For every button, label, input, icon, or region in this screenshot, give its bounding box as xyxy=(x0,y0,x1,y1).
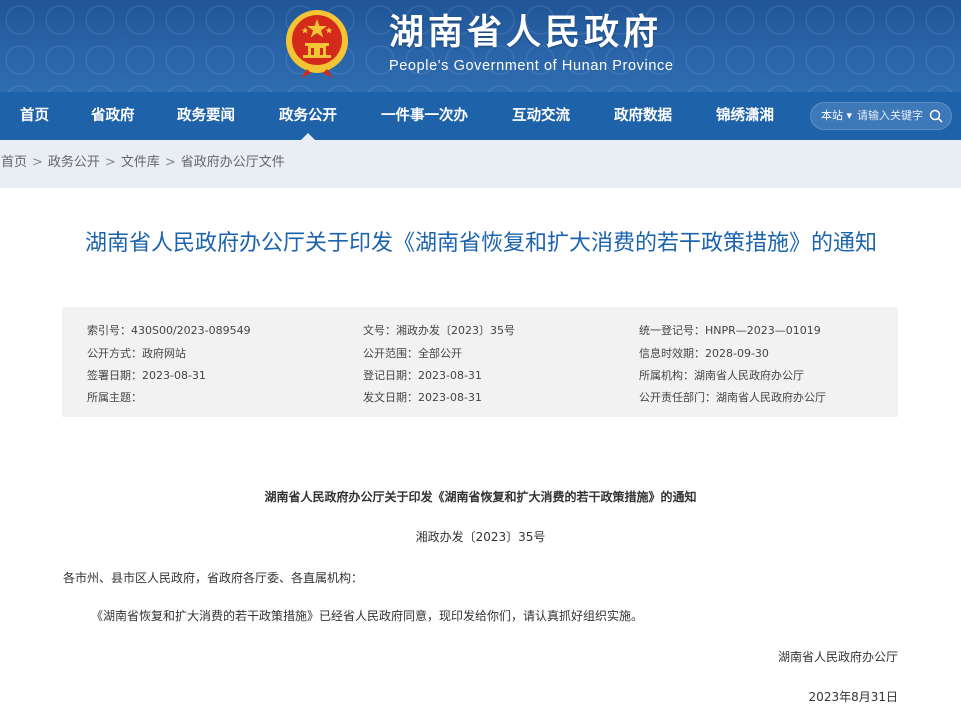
meta-issue-date: 发文日期：2023-08-31 xyxy=(363,391,482,404)
document-metadata: 索引号：430S00/2023-089549 文号：湘政办发〔2023〕35号 … xyxy=(62,307,898,417)
meta-signing-date: 签署日期：2023-08-31 xyxy=(87,369,206,382)
signature: 湖南省人民政府办公厅 xyxy=(777,650,898,664)
nav-government-news[interactable]: 政务要闻 xyxy=(177,92,235,140)
breadcrumb: 首页 > 政务公开 > 文件库 > 省政府办公厅文件 xyxy=(0,140,961,188)
nav-interaction[interactable]: 互动交流 xyxy=(512,92,570,140)
site-title: 湖南省人民政府 xyxy=(389,12,663,53)
meta-organization: 所属机构：湖南省人民政府办公厅 xyxy=(639,369,804,382)
search-icon[interactable] xyxy=(929,109,943,123)
meta-index-number: 索引号：430S00/2023-089549 xyxy=(87,324,251,337)
meta-disclosure-method: 公开方式：政府网站 xyxy=(87,347,186,360)
signature-date: 2023年8月31日 xyxy=(808,690,898,704)
nav-provincial-government[interactable]: 省政府 xyxy=(91,92,135,140)
search-box: 本站 ▾ xyxy=(810,102,952,130)
breadcrumb-office-files[interactable]: 省政府办公厅文件 xyxy=(181,155,285,170)
article-title: 湖南省人民政府办公厅关于印发《湖南省恢复和扩大消费的若干政策措施》的通知 xyxy=(84,231,877,256)
meta-disclosure-scope: 公开范围：全部公开 xyxy=(363,347,462,360)
meta-responsible-department: 公开责任部门：湖南省人民政府办公厅 xyxy=(639,391,826,404)
breadcrumb-separator: > xyxy=(32,155,43,170)
document-number: 湘政办发〔2023〕35号 xyxy=(415,530,546,544)
national-emblem-icon xyxy=(286,10,348,78)
nav-one-thing-one-time[interactable]: 一件事一次办 xyxy=(381,92,468,140)
nav-government-affairs-disclosure[interactable]: 政务公开 xyxy=(279,92,337,140)
search-input[interactable] xyxy=(857,106,931,126)
breadcrumb-file-library[interactable]: 文件库 xyxy=(121,155,160,170)
meta-validity-period: 信息时效期：2028-09-30 xyxy=(639,347,769,360)
body-title: 湖南省人民政府办公厅关于印发《湖南省恢复和扩大消费的若干政策措施》的通知 xyxy=(264,490,697,504)
meta-registration-date: 登记日期：2023-08-31 xyxy=(363,369,482,382)
salutation: 各市州、县市区人民政府，省政府各厅委、各直属机构： xyxy=(63,571,364,585)
breadcrumb-separator: > xyxy=(104,155,116,170)
breadcrumb-separator: > xyxy=(164,155,176,170)
meta-topic: 所属主题： xyxy=(87,391,142,404)
meta-registration-number: 统一登记号：HNPR—2023—01019 xyxy=(639,324,821,337)
meta-document-number: 文号：湘政办发〔2023〕35号 xyxy=(363,324,515,337)
breadcrumb-government-affairs[interactable]: 政务公开 xyxy=(48,155,100,170)
nav-splendid-hunan[interactable]: 锦绣潇湘 xyxy=(716,92,774,140)
nav-government-data[interactable]: 政府数据 xyxy=(614,92,672,140)
body-paragraph: 《湖南省恢复和扩大消费的若干政策措施》已经省人民政府同意，现印发给你们，请认真抓… xyxy=(91,609,644,623)
breadcrumb-home[interactable]: 首页 xyxy=(1,155,27,170)
search-scope-select[interactable]: 本站 ▾ xyxy=(821,103,852,129)
site-header: 湖南省人民政府 People's Government of Hunan Pro… xyxy=(0,0,961,92)
site-subtitle: People's Government of Hunan Province xyxy=(389,58,674,74)
nav-home[interactable]: 首页 xyxy=(20,92,49,140)
